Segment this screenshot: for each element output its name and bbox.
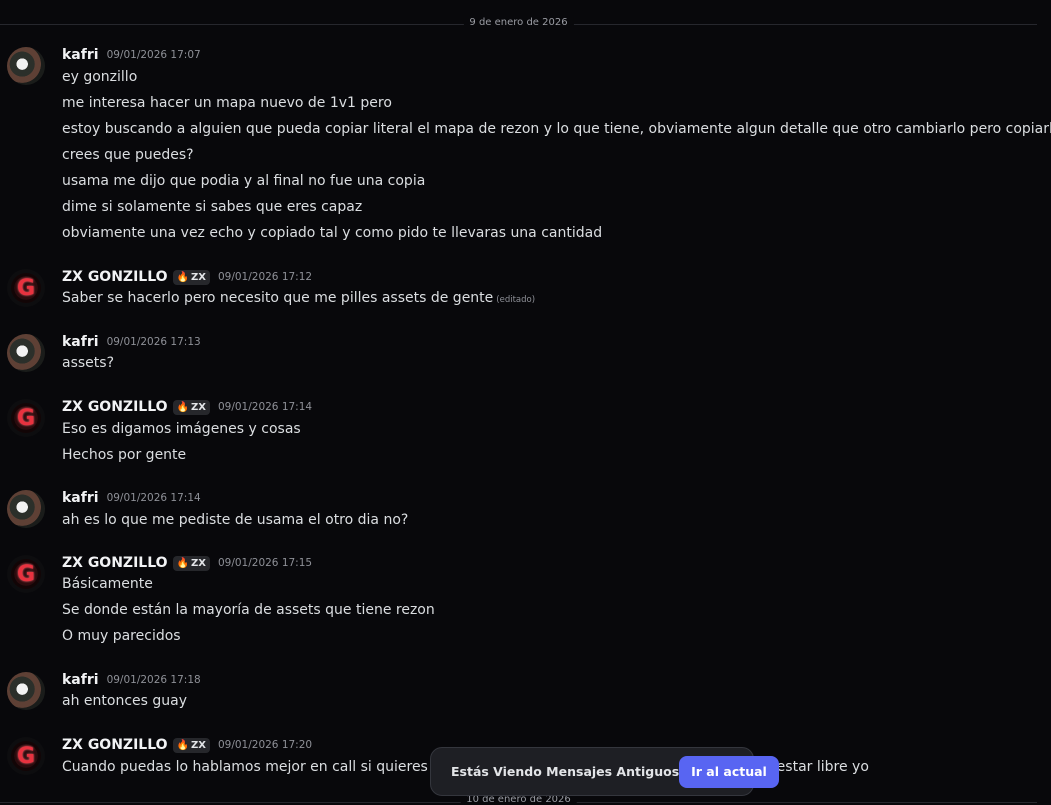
timestamp: 09/01/2026 17:20: [217, 739, 313, 751]
username[interactable]: kafri: [62, 490, 99, 506]
clan-tag[interactable]: 🔥 ZX: [172, 737, 210, 753]
gonzillo-avatar[interactable]: G: [7, 399, 45, 437]
username[interactable]: kafri: [62, 334, 99, 350]
timestamp: 09/01/2026 17:07: [106, 49, 201, 61]
timestamp: 09/01/2026 17:14: [106, 492, 201, 504]
old-messages-label: Estás Viendo Mensajes Antiguos: [451, 764, 680, 779]
timestamp: 09/01/2026 17:12: [217, 271, 313, 283]
date-divider-label: 9 de enero de 2026: [463, 17, 574, 28]
message-line: usama me dijo que podia y al final no fu…: [62, 173, 426, 189]
message-line: Eso es digamos imágenes y cosas: [62, 421, 301, 437]
message-line: dime si solamente si sabes que eres capa…: [62, 199, 363, 215]
message-line: me interesa hacer un mapa nuevo de 1v1 p…: [62, 95, 392, 111]
kafri-avatar[interactable]: [7, 47, 45, 85]
clan-tag[interactable]: 🔥 ZX: [172, 555, 210, 571]
message-line: O muy parecidos: [62, 628, 181, 644]
username[interactable]: ZX GONZILLO: [62, 399, 168, 415]
gonzillo-avatar[interactable]: G: [7, 269, 45, 307]
message-line: Básicamente: [62, 576, 153, 592]
message-line: ah entonces guay: [62, 693, 187, 709]
username[interactable]: ZX GONZILLO: [62, 555, 168, 571]
clan-tag[interactable]: 🔥 ZX: [172, 399, 210, 415]
gonzillo-avatar[interactable]: G: [7, 737, 45, 775]
message-line: Cuando puedas lo hablamos mejor en call …: [62, 759, 450, 775]
message-line: obviamente una vez echo y copiado tal y …: [62, 225, 603, 241]
fire-icon: 🔥: [176, 557, 189, 569]
gonzillo-avatar[interactable]: G: [7, 555, 45, 593]
username[interactable]: ZX GONZILLO: [62, 737, 168, 753]
message-line: Saber se hacerlo pero necesito que me pi…: [62, 290, 536, 306]
username[interactable]: kafri: [62, 672, 99, 688]
message-line: ey gonzillo: [62, 69, 138, 85]
clan-tag[interactable]: 🔥 ZX: [172, 269, 210, 285]
message-line: assets?: [62, 355, 114, 371]
kafri-avatar[interactable]: [7, 334, 45, 372]
timestamp: 09/01/2026 17:13: [106, 336, 201, 348]
message-line: crees que puedes?: [62, 147, 194, 163]
jump-to-present-button[interactable]: Ir al actual: [679, 755, 779, 788]
timestamp: 09/01/2026 17:14: [217, 401, 313, 413]
chat-message-list: 9 de enero de 2026 kafri 09/01/2026 17:0…: [0, 0, 1051, 805]
fire-icon: 🔥: [176, 271, 189, 283]
edited-label: (editado): [496, 295, 536, 305]
message-line: Se donde están la mayoría de assets que …: [62, 602, 435, 618]
timestamp: 09/01/2026 17:18: [106, 674, 201, 686]
message-line: Hechos por gente: [62, 447, 187, 463]
username[interactable]: kafri: [62, 47, 99, 63]
fire-icon: 🔥: [176, 401, 189, 413]
kafri-avatar[interactable]: [7, 672, 45, 710]
date-divider: 9 de enero de 2026: [0, 17, 1037, 28]
message-line: estoy buscando a alguien que pueda copia…: [62, 121, 1051, 137]
old-messages-bar: Estás Viendo Mensajes Antiguos Ir al act…: [430, 747, 779, 796]
message-line: ah es lo que me pediste de usama el otro…: [62, 512, 409, 528]
fire-icon: 🔥: [176, 739, 189, 751]
timestamp: 09/01/2026 17:15: [217, 557, 313, 569]
username[interactable]: ZX GONZILLO: [62, 269, 168, 285]
kafri-avatar[interactable]: [7, 490, 45, 528]
